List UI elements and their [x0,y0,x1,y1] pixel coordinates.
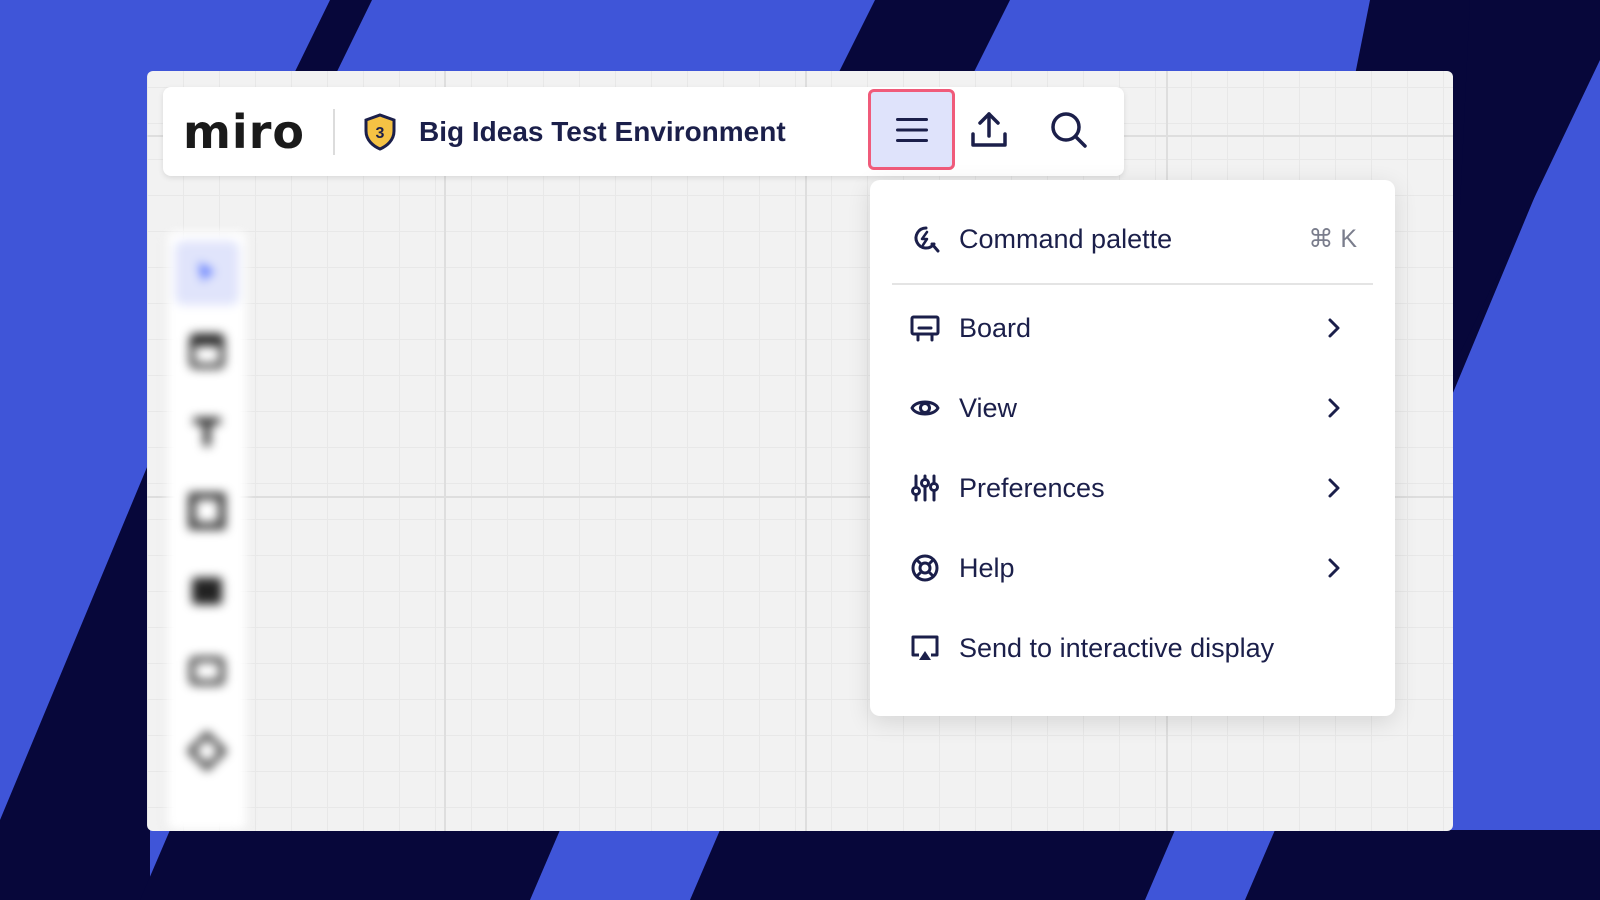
diamond-icon [187,731,227,771]
menu-item-view[interactable]: View [870,368,1395,448]
chevron-right-icon [1328,318,1340,338]
chevron-right-icon [1328,398,1340,418]
select-tool[interactable] [175,241,239,305]
table-tool[interactable] [183,567,231,615]
menu-item-label: View [959,392,1018,423]
menu-item-help[interactable]: Help [870,528,1395,608]
topbar-divider [333,108,335,155]
left-toolbar [167,231,247,831]
templates-tool[interactable] [183,327,231,375]
plan-badge-icon[interactable]: 3 [363,112,397,151]
menu-item-label: Preferences [959,472,1105,503]
menu-item-send-to-display[interactable]: Send to interactive display [870,608,1395,688]
eye-icon [910,393,940,423]
menu-item-board[interactable]: Board [870,288,1395,368]
text-tool[interactable] [183,407,231,455]
table-icon [192,577,222,605]
templates-icon [189,333,225,369]
menu-item-label: Help [959,552,1015,583]
board-title[interactable]: Big Ideas Test Environment [419,116,786,148]
menu-item-label: Command palette [959,223,1173,254]
menu-item-label: Send to interactive display [959,632,1275,663]
main-menu-button[interactable] [868,89,955,170]
frame-tool[interactable] [183,487,231,535]
shape-tool[interactable] [183,727,231,775]
frame-icon [188,492,226,530]
keyboard-shortcut: ⌘ K [1308,225,1357,253]
cast-display-icon [910,633,940,663]
share-button[interactable] [959,99,1019,161]
command-palette-icon [910,224,940,254]
chevron-right-icon [1328,558,1340,578]
top-bar: miro 3 Big Ideas Test Environment [163,87,1124,176]
search-icon [1051,112,1087,148]
menu-item-preferences[interactable]: Preferences [870,448,1395,528]
cursor-icon [198,262,216,283]
miro-logo: miro [183,104,305,159]
main-menu-dropdown: Command palette ⌘ K Board View Preferenc… [870,180,1395,716]
search-button[interactable] [1039,99,1099,161]
upload-icon [971,112,1007,147]
text-icon [193,417,221,446]
hamburger-menu-icon [895,117,928,142]
chevron-right-icon [1328,478,1340,498]
menu-separator [892,283,1373,285]
lifebuoy-icon [910,553,940,583]
sliders-icon [910,473,940,503]
menu-item-label: Board [959,312,1032,343]
menu-item-command-palette[interactable]: Command palette ⌘ K [870,199,1395,279]
card-icon [189,656,225,686]
board-icon [910,313,940,343]
plan-badge-number: 3 [376,125,385,142]
card-tool[interactable] [183,647,231,695]
